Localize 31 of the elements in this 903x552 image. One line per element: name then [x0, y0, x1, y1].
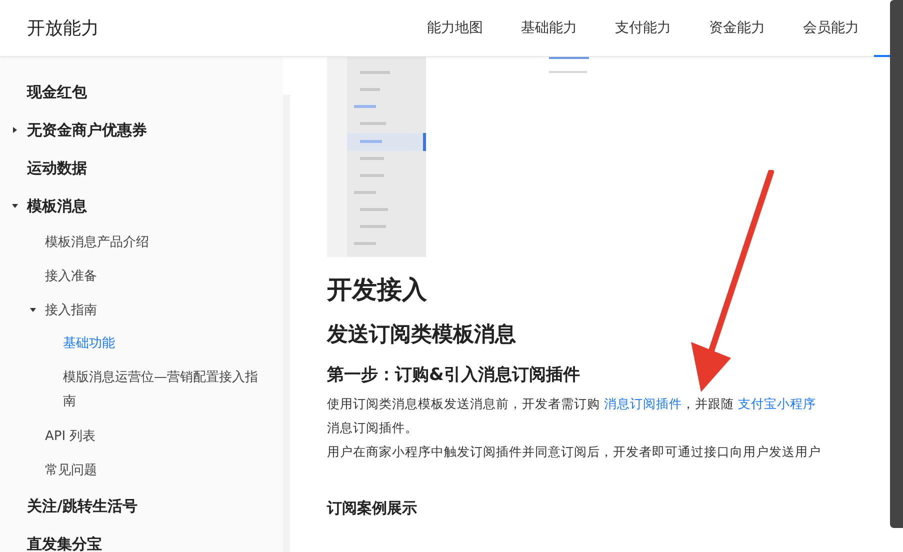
- paragraph-line: 消息订阅插件。: [327, 419, 419, 437]
- sidebar-item[interactable]: 模板消息产品介绍: [45, 233, 149, 251]
- tab-indicator: [874, 55, 890, 57]
- nav-tab[interactable]: 会员能力: [803, 19, 859, 37]
- step-heading: 第一步：订购&引入消息订阅插件: [327, 364, 581, 387]
- site-title[interactable]: 开放能力: [27, 16, 99, 40]
- nav-tab[interactable]: 支付能力: [615, 19, 671, 37]
- sidebar-item[interactable]: 接入指南: [45, 301, 97, 319]
- paragraph-line: 用户在商家小程序中触发订阅插件并同意订阅后，开发者即可通过接口向用户发送用户: [327, 443, 822, 461]
- nav-tab[interactable]: 基础能力: [521, 19, 577, 37]
- caret-icon[interactable]: [29, 306, 37, 314]
- sidebar-item[interactable]: 接入准备: [45, 267, 97, 285]
- sidebar-item[interactable]: 模板消息: [27, 196, 87, 216]
- subsection-title: 订阅案例展示: [327, 499, 418, 518]
- caret-icon[interactable]: [11, 202, 19, 210]
- nav-tab[interactable]: 能力地图: [427, 19, 483, 37]
- page-heading: 开发接入: [327, 274, 428, 306]
- sidebar-item[interactable]: 运动数据: [27, 158, 87, 178]
- sidebar-item[interactable]: 直发集分宝: [27, 534, 102, 552]
- sidebar-item[interactable]: API 列表: [45, 427, 96, 445]
- sidebar-item[interactable]: 关注/跳转生活号: [27, 496, 138, 516]
- sidebar-item[interactable]: 基础功能: [63, 327, 115, 361]
- doc-link[interactable]: 消息订阅插件: [604, 396, 682, 411]
- sidebar-item[interactable]: 无资金商户优惠券: [27, 120, 147, 140]
- sidebar-item[interactable]: 常见问题: [45, 461, 97, 479]
- caret-icon[interactable]: [11, 126, 19, 134]
- section-heading: 发送订阅类模板消息: [327, 321, 517, 348]
- doc-link[interactable]: 支付宝小程序: [738, 396, 816, 411]
- sidebar-item[interactable]: 现金红包: [27, 82, 87, 102]
- sidebar-item[interactable]: 模版消息运营位—营销配置接入指南: [63, 361, 261, 419]
- nav-tab[interactable]: 资金能力: [709, 19, 765, 37]
